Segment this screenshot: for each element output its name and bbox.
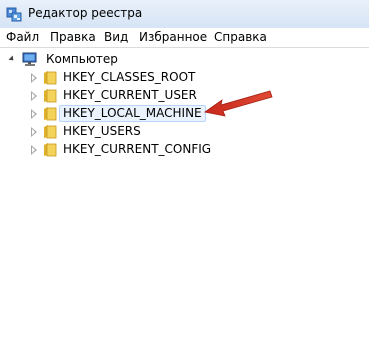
tree-node-hkey-current-config[interactable]: HKEY_CURRENT_CONFIG bbox=[0, 141, 220, 159]
tree-node-label: Компьютер bbox=[46, 52, 118, 66]
menu-bar: Файл Правка Вид Избранное Справка bbox=[0, 28, 369, 48]
title-bar[interactable]: Редактор реестра bbox=[0, 0, 369, 29]
tree-node-hkey-users[interactable]: HKEY_USERS bbox=[0, 123, 220, 141]
expand-arrow-icon[interactable] bbox=[31, 73, 37, 83]
tree-node-hkey-current-user[interactable]: HKEY_CURRENT_USER bbox=[0, 87, 220, 105]
folder-icon bbox=[44, 125, 57, 139]
tree-node-label: HKEY_CLASSES_ROOT bbox=[63, 70, 196, 84]
tree-node-label: HKEY_CURRENT_CONFIG bbox=[63, 142, 212, 156]
expand-arrow-icon[interactable] bbox=[31, 109, 37, 119]
menu-view[interactable]: Вид bbox=[104, 30, 128, 44]
menu-favorites[interactable]: Избранное bbox=[139, 30, 207, 44]
collapse-arrow-icon[interactable] bbox=[8, 55, 16, 63]
registry-tree: Компьютер HKEY_CLASSES_ROOT HKEY_CURRENT… bbox=[0, 47, 369, 351]
tree-node-computer[interactable]: Компьютер bbox=[0, 51, 200, 69]
expand-arrow-icon[interactable] bbox=[31, 145, 37, 155]
window-title: Редактор реестра bbox=[28, 6, 143, 20]
folder-icon bbox=[44, 143, 57, 157]
tree-node-hkey-classes-root[interactable]: HKEY_CLASSES_ROOT bbox=[0, 69, 220, 87]
menu-file[interactable]: Файл bbox=[6, 30, 39, 44]
computer-icon bbox=[22, 52, 37, 66]
registry-editor-app-icon bbox=[6, 7, 22, 22]
expand-arrow-icon[interactable] bbox=[31, 127, 37, 137]
tree-node-label: HKEY_USERS bbox=[63, 124, 141, 138]
tree-node-hkey-local-machine[interactable]: HKEY_LOCAL_MACHINE bbox=[0, 105, 220, 123]
registry-editor-window: Редактор реестра Файл Правка Вид Избранн… bbox=[0, 0, 369, 351]
folder-icon bbox=[44, 89, 57, 103]
menu-help[interactable]: Справка bbox=[214, 30, 267, 44]
folder-icon bbox=[44, 71, 57, 85]
tree-node-label: HKEY_CURRENT_USER bbox=[63, 88, 197, 102]
expand-arrow-icon[interactable] bbox=[31, 91, 37, 101]
menu-edit[interactable]: Правка bbox=[50, 30, 96, 44]
tree-node-label-selected: HKEY_LOCAL_MACHINE bbox=[59, 105, 206, 122]
folder-icon bbox=[44, 107, 57, 121]
